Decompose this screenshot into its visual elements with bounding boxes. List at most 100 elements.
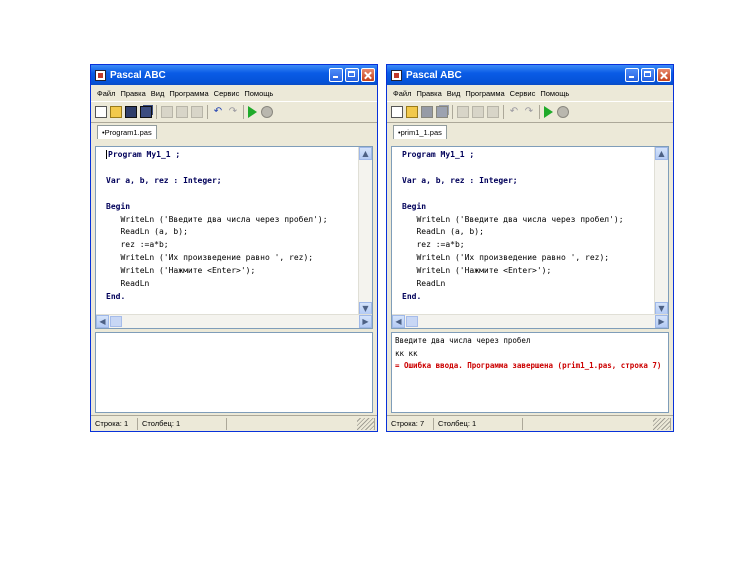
scroll-left-icon[interactable]: ◀ <box>392 315 405 328</box>
redo-icon[interactable]: ↷ <box>227 106 239 118</box>
minimize-button[interactable] <box>625 68 639 82</box>
menu-edit[interactable]: Правка <box>120 89 145 98</box>
vertical-scrollbar[interactable]: ▲ ▼ <box>358 147 372 315</box>
code-line-1: Program My1_1 ; <box>402 150 475 159</box>
tab-file[interactable]: •prim1_1.pas <box>393 125 447 139</box>
output-panel[interactable]: Введите два числа через пробел кк кк = О… <box>391 332 669 413</box>
undo-icon[interactable]: ↶ <box>508 106 520 118</box>
output-error-line: = Ошибка ввода. Программа завершена (pri… <box>395 361 662 370</box>
maximize-button[interactable] <box>345 68 359 82</box>
new-file-icon[interactable] <box>95 106 107 118</box>
paste-icon[interactable] <box>191 106 203 118</box>
toolbar-separator <box>539 105 540 119</box>
toolbar-separator <box>207 105 208 119</box>
menu-service[interactable]: Сервис <box>214 89 240 98</box>
status-line: Строка: 7 <box>387 417 434 430</box>
resize-grip[interactable] <box>653 418 671 430</box>
scroll-thumb[interactable] <box>406 316 418 327</box>
code-line-1: Program My1_1 ; <box>108 150 181 159</box>
menu-file[interactable]: Файл <box>393 89 411 98</box>
code-line-12: End. <box>402 291 422 301</box>
scroll-thumb[interactable] <box>110 316 122 327</box>
horizontal-scrollbar[interactable]: ◀ ▶ <box>392 314 668 328</box>
run-icon[interactable] <box>248 106 257 118</box>
status-bar: Строка: 1 Столбец: 1 <box>91 415 377 431</box>
code-editor[interactable]: Program My1_1 ; Var a, b, rez : Integer;… <box>95 146 373 329</box>
run-icon[interactable] <box>544 106 553 118</box>
save-all-icon[interactable] <box>140 106 152 118</box>
status-bar: Строка: 7 Столбец: 1 <box>387 415 673 431</box>
status-line: Строка: 1 <box>91 417 138 430</box>
tab-bar: •Program1.pas <box>91 123 377 139</box>
toolbar-separator <box>243 105 244 119</box>
menu-bar: Файл Правка Вид Программа Сервис Помощь <box>387 85 673 101</box>
menu-program[interactable]: Программа <box>465 89 504 98</box>
menu-help[interactable]: Помощь <box>244 89 273 98</box>
code-line-7: ReadLn (a, b); <box>106 227 188 237</box>
output-line-1: Введите два числа через пробел <box>395 336 531 345</box>
undo-icon[interactable]: ↶ <box>212 106 224 118</box>
code-line-12: End. <box>106 291 126 301</box>
window-title: Pascal ABC <box>110 69 166 81</box>
cut-icon[interactable] <box>161 106 173 118</box>
menu-service[interactable]: Сервис <box>510 89 536 98</box>
copy-icon[interactable] <box>176 106 188 118</box>
output-line-3 <box>99 361 369 374</box>
menu-program[interactable]: Программа <box>169 89 208 98</box>
open-folder-icon[interactable] <box>110 106 122 118</box>
menu-bar: Файл Правка Вид Программа Сервис Помощь <box>91 85 377 101</box>
app-icon[interactable] <box>391 69 402 81</box>
code-line-11: ReadLn <box>106 279 150 289</box>
close-button[interactable] <box>361 68 375 82</box>
code-text[interactable]: Program My1_1 ; Var a, b, rez : Integer;… <box>402 149 624 304</box>
code-text[interactable]: Program My1_1 ; Var a, b, rez : Integer;… <box>106 149 328 304</box>
scroll-right-icon[interactable]: ▶ <box>359 315 372 328</box>
code-line-10: WriteLn ('Нажмите <Enter>'); <box>402 266 552 276</box>
scroll-left-icon[interactable]: ◀ <box>96 315 109 328</box>
tab-file[interactable]: •Program1.pas <box>97 125 157 139</box>
pascal-window-left: Pascal ABC Файл Правка Вид Программа Сер… <box>90 64 378 432</box>
status-column: Столбец: 1 <box>138 417 227 430</box>
resize-grip[interactable] <box>357 418 375 430</box>
output-line-2 <box>99 349 369 362</box>
menu-view[interactable]: Вид <box>447 89 461 98</box>
tab-bar: •prim1_1.pas <box>387 123 673 139</box>
output-panel[interactable] <box>95 332 373 413</box>
new-file-icon[interactable] <box>391 106 403 118</box>
scroll-up-icon[interactable]: ▲ <box>359 147 372 160</box>
copy-icon[interactable] <box>472 106 484 118</box>
code-line-6: WriteLn ('Введите два числа через пробел… <box>106 214 328 224</box>
title-bar[interactable]: Pascal ABC <box>91 65 377 85</box>
vertical-scrollbar[interactable]: ▲ ▼ <box>654 147 668 315</box>
menu-file[interactable]: Файл <box>97 89 115 98</box>
menu-help[interactable]: Помощь <box>540 89 569 98</box>
status-column: Столбец: 1 <box>434 417 523 430</box>
code-editor[interactable]: Program My1_1 ; Var a, b, rez : Integer;… <box>391 146 669 329</box>
open-folder-icon[interactable] <box>406 106 418 118</box>
code-line-11: ReadLn <box>402 279 446 289</box>
scroll-right-icon[interactable]: ▶ <box>655 315 668 328</box>
save-icon[interactable] <box>125 106 137 118</box>
horizontal-scrollbar[interactable]: ◀ ▶ <box>96 314 372 328</box>
code-line-10: WriteLn ('Нажмите <Enter>'); <box>106 266 256 276</box>
stop-icon[interactable] <box>261 106 273 118</box>
code-line-8: rez :=a*b; <box>106 240 169 250</box>
code-line-9: WriteLn ('Их произведение равно ', rez); <box>402 253 610 263</box>
minimize-button[interactable] <box>329 68 343 82</box>
toolbar-separator <box>452 105 453 119</box>
app-icon[interactable] <box>95 69 106 81</box>
maximize-button[interactable] <box>641 68 655 82</box>
cut-icon[interactable] <box>457 106 469 118</box>
stop-icon[interactable] <box>557 106 569 118</box>
close-button[interactable] <box>657 68 671 82</box>
menu-edit[interactable]: Правка <box>416 89 441 98</box>
title-bar[interactable]: Pascal ABC <box>387 65 673 85</box>
save-all-icon[interactable] <box>436 106 448 118</box>
save-icon[interactable] <box>421 106 433 118</box>
menu-view[interactable]: Вид <box>151 89 165 98</box>
redo-icon[interactable]: ↷ <box>523 106 535 118</box>
scroll-up-icon[interactable]: ▲ <box>655 147 668 160</box>
code-line-7: ReadLn (a, b); <box>402 227 484 237</box>
paste-icon[interactable] <box>487 106 499 118</box>
window-title: Pascal ABC <box>406 69 462 81</box>
